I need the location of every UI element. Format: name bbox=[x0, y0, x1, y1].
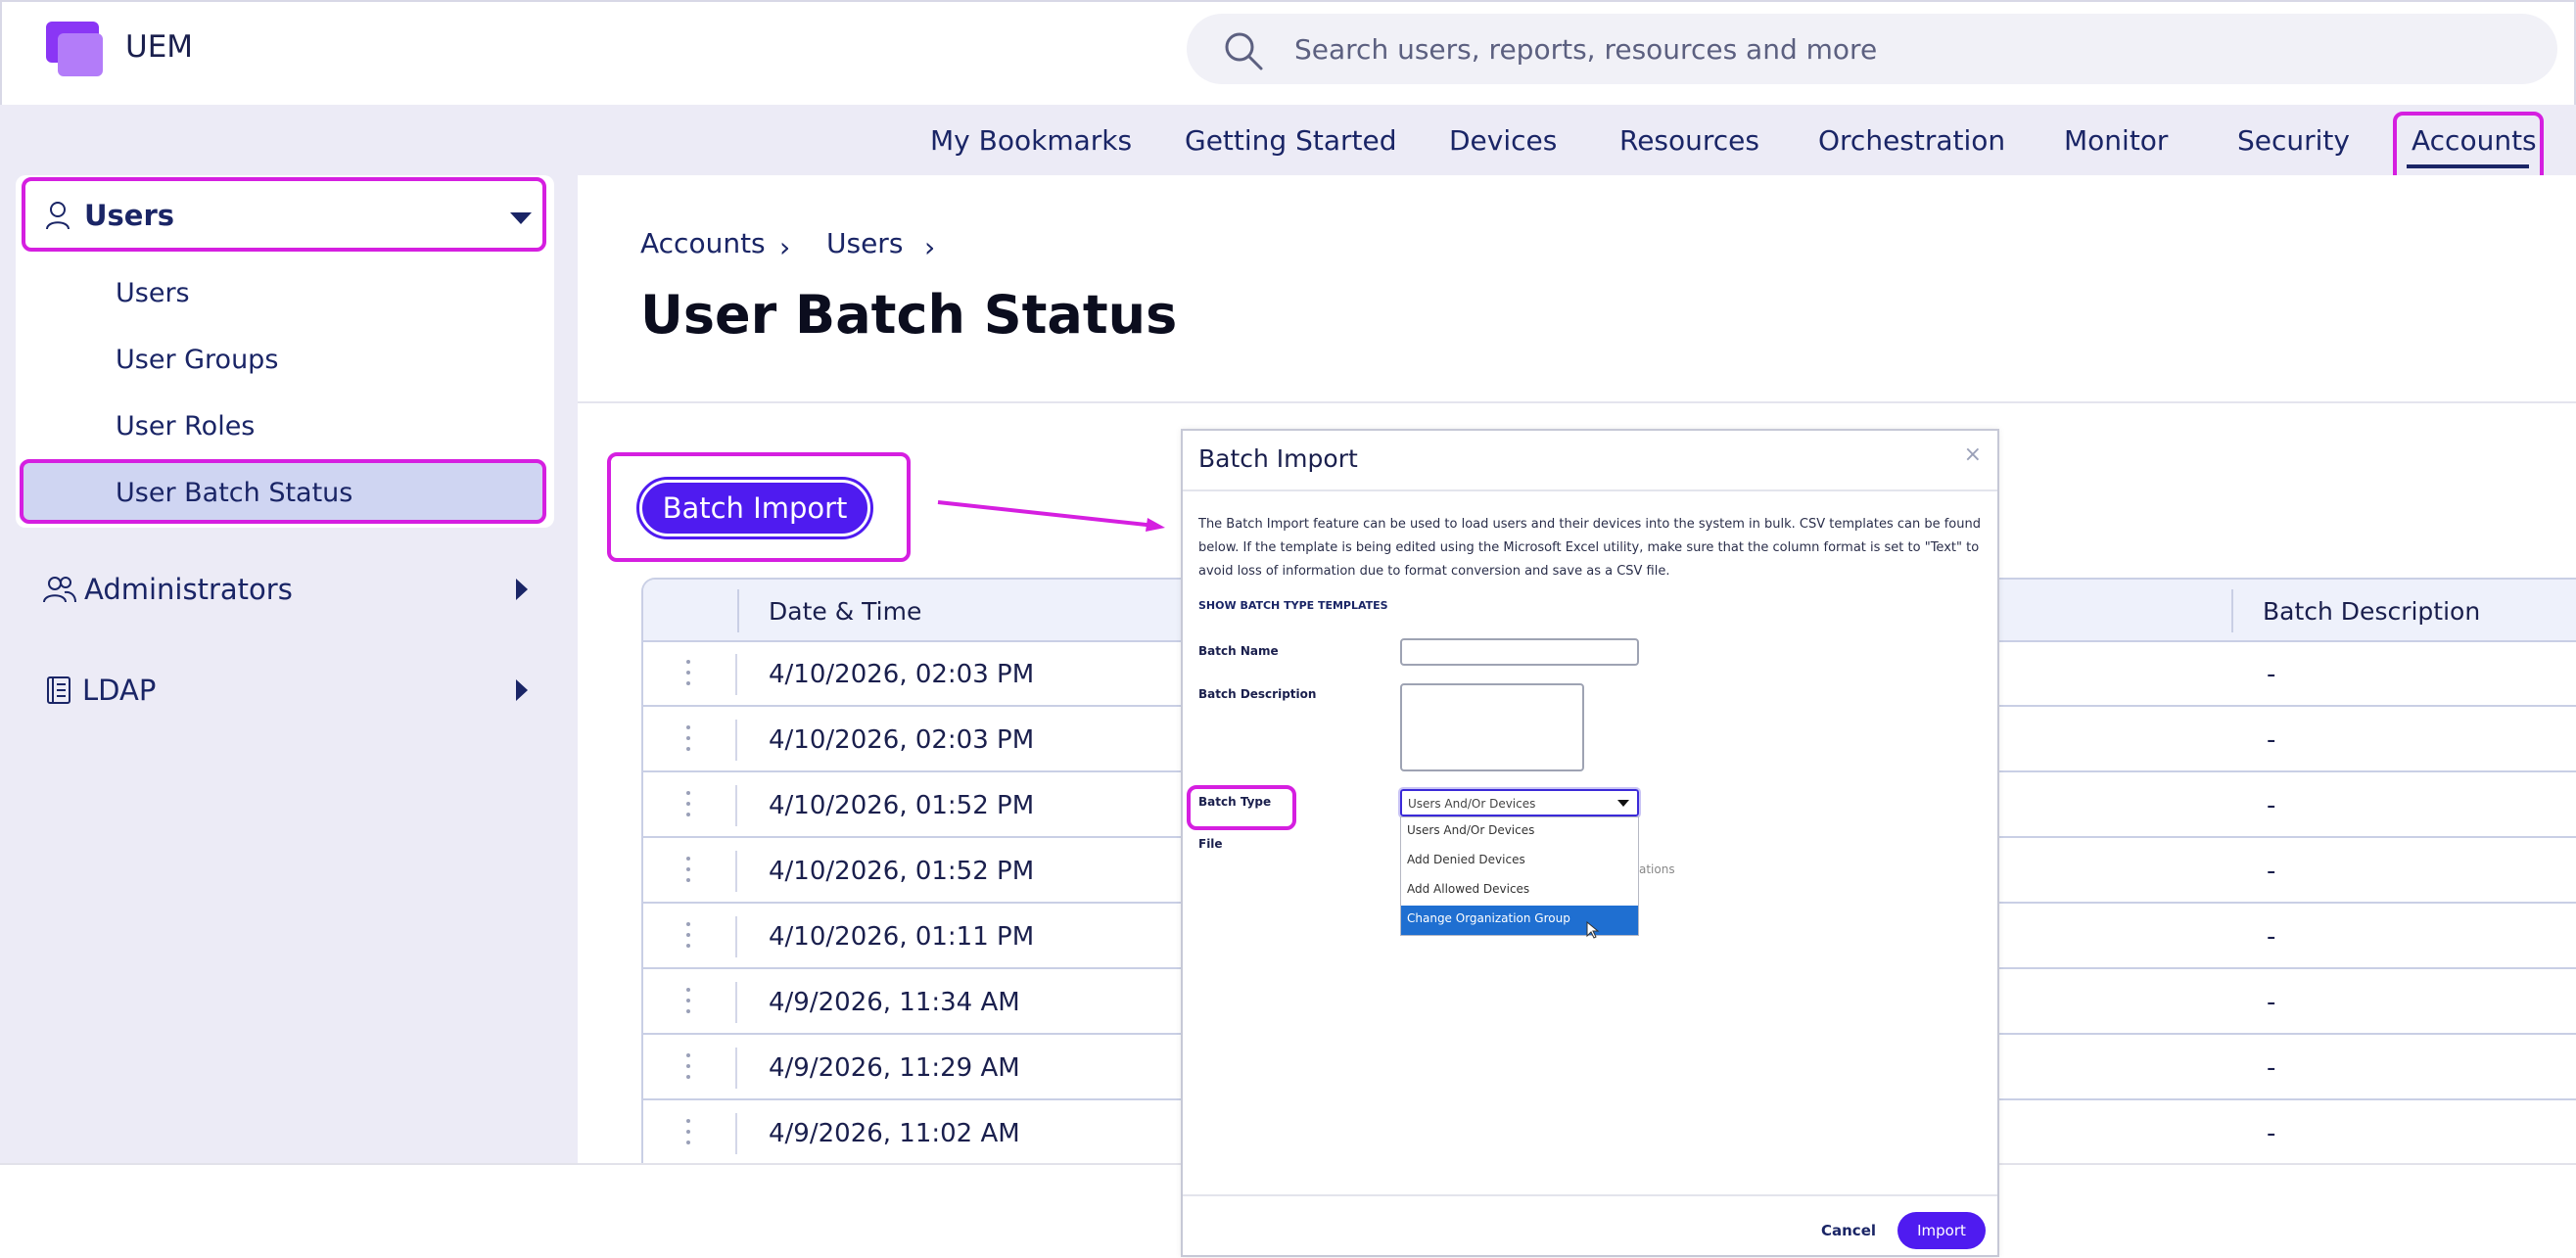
file-hint-text: ations bbox=[1639, 862, 1675, 876]
row-date: 4/10/2026, 02:03 PM bbox=[769, 660, 1035, 689]
row-description: - bbox=[2267, 791, 2276, 820]
ldap-icon bbox=[47, 676, 70, 704]
nav-getting-started[interactable]: Getting Started bbox=[1185, 124, 1396, 157]
row-separator bbox=[735, 1048, 737, 1089]
row-menu-icon[interactable] bbox=[686, 791, 690, 816]
top-bar: UEM Search users, reports, resources and… bbox=[0, 0, 2576, 105]
row-menu-icon[interactable] bbox=[686, 988, 690, 1013]
row-menu-icon[interactable] bbox=[686, 1053, 690, 1079]
row-menu-icon[interactable] bbox=[686, 857, 690, 882]
sidebar-item-users[interactable]: Users bbox=[116, 278, 190, 308]
row-separator bbox=[735, 851, 737, 892]
sidebar-group-ldap-label: LDAP bbox=[82, 674, 157, 707]
sidebar-group-administrators-label: Administrators bbox=[84, 573, 293, 606]
cancel-button[interactable]: Cancel bbox=[1821, 1222, 1876, 1239]
dialog-description: The Batch Import feature can be used to … bbox=[1198, 517, 1981, 579]
row-date: 4/10/2026, 01:52 PM bbox=[769, 857, 1035, 886]
row-separator bbox=[735, 1113, 737, 1154]
main-nav: My Bookmarks Getting Started Devices Res… bbox=[0, 105, 2576, 175]
dialog-title: Batch Import bbox=[1198, 444, 1358, 473]
row-separator bbox=[735, 720, 737, 761]
breadcrumb-users[interactable]: Users bbox=[826, 227, 903, 259]
sidebar-group-ldap[interactable]: LDAP bbox=[45, 674, 156, 707]
row-description: - bbox=[2267, 660, 2276, 689]
row-date: 4/9/2026, 11:29 AM bbox=[769, 1053, 1020, 1083]
brand-name: UEM bbox=[125, 29, 194, 65]
header-divider bbox=[578, 401, 2576, 403]
highlight-user-batch-status bbox=[20, 459, 546, 524]
batch-type-select[interactable]: Users And/Or Devices bbox=[1398, 787, 1641, 818]
highlight-batch-type bbox=[1187, 785, 1296, 830]
row-date: 4/10/2026, 02:03 PM bbox=[769, 725, 1035, 755]
sidebar-item-user-groups[interactable]: User Groups bbox=[116, 345, 278, 375]
batch-import-button[interactable]: Batch Import bbox=[636, 477, 873, 539]
row-description: - bbox=[2267, 1119, 2276, 1148]
row-description: - bbox=[2267, 988, 2276, 1017]
breadcrumb-accounts[interactable]: Accounts bbox=[640, 227, 766, 259]
option-add-allowed-devices[interactable]: Add Allowed Devices bbox=[1401, 876, 1638, 906]
header-separator bbox=[2231, 589, 2233, 632]
nav-monitor[interactable]: Monitor bbox=[2064, 124, 2168, 157]
batch-type-selected-value: Users And/Or Devices bbox=[1408, 797, 1536, 811]
chevron-right-icon[interactable] bbox=[516, 679, 528, 701]
batch-type-dropdown: Users And/Or Devices Add Denied Devices … bbox=[1400, 816, 1639, 936]
nav-my-bookmarks[interactable]: My Bookmarks bbox=[930, 124, 1132, 157]
search-input[interactable]: Search users, reports, resources and mor… bbox=[1294, 33, 1877, 66]
search-icon bbox=[1225, 32, 1263, 70]
row-separator bbox=[735, 982, 737, 1023]
import-button[interactable]: Import bbox=[1897, 1212, 1986, 1249]
batch-description-label: Batch Description bbox=[1198, 687, 1317, 701]
dialog-footer-divider bbox=[1183, 1194, 1997, 1196]
row-separator bbox=[735, 785, 737, 826]
breadcrumb-chevron-icon: › bbox=[779, 231, 791, 263]
breadcrumb-chevron-icon: › bbox=[924, 231, 936, 263]
chevron-down-icon bbox=[1617, 800, 1629, 807]
row-description: - bbox=[2267, 1053, 2276, 1083]
row-menu-icon[interactable] bbox=[686, 1119, 690, 1144]
header-date-time[interactable]: Date & Time bbox=[769, 597, 921, 626]
batch-import-dialog: Batch Import × The Batch Import feature … bbox=[1181, 429, 1999, 1257]
global-search[interactable]: Search users, reports, resources and mor… bbox=[1187, 14, 2557, 84]
highlight-users-group bbox=[22, 177, 546, 252]
uem-logo-icon[interactable] bbox=[46, 22, 109, 76]
page-title: User Batch Status bbox=[640, 284, 1178, 346]
nav-orchestration[interactable]: Orchestration bbox=[1818, 124, 2005, 157]
sidebar: Users Users User Groups User Roles User … bbox=[0, 175, 578, 1165]
sidebar-group-administrators[interactable]: Administrators bbox=[43, 573, 293, 606]
row-menu-icon[interactable] bbox=[686, 660, 690, 685]
nav-resources[interactable]: Resources bbox=[1619, 124, 1759, 157]
row-description: - bbox=[2267, 725, 2276, 755]
row-menu-icon[interactable] bbox=[686, 922, 690, 948]
row-separator bbox=[735, 654, 737, 695]
nav-security[interactable]: Security bbox=[2237, 124, 2350, 157]
row-date: 4/9/2026, 11:34 AM bbox=[769, 988, 1020, 1017]
close-icon[interactable]: × bbox=[1964, 443, 1982, 467]
row-description: - bbox=[2267, 857, 2276, 886]
option-change-organization-group[interactable]: Change Organization Group bbox=[1401, 906, 1638, 935]
option-users-and-or-devices[interactable]: Users And/Or Devices bbox=[1401, 817, 1638, 847]
show-batch-type-templates-link[interactable]: SHOW BATCH TYPE TEMPLATES bbox=[1198, 599, 1388, 612]
file-label: File bbox=[1198, 837, 1223, 851]
annotation-arrow-icon bbox=[937, 500, 1165, 532]
sidebar-item-user-roles[interactable]: User Roles bbox=[116, 411, 255, 442]
nav-devices[interactable]: Devices bbox=[1449, 124, 1557, 157]
chevron-right-icon[interactable] bbox=[516, 579, 528, 600]
batch-description-textarea[interactable] bbox=[1400, 683, 1584, 771]
batch-name-label: Batch Name bbox=[1198, 644, 1279, 658]
batch-name-input[interactable] bbox=[1400, 638, 1639, 666]
row-date: 4/10/2026, 01:52 PM bbox=[769, 791, 1035, 820]
row-date: 4/10/2026, 01:11 PM bbox=[769, 922, 1035, 952]
header-batch-description[interactable]: Batch Description bbox=[2263, 597, 2480, 626]
row-separator bbox=[735, 916, 737, 957]
header-separator bbox=[737, 589, 739, 632]
option-add-denied-devices[interactable]: Add Denied Devices bbox=[1401, 847, 1638, 876]
row-description: - bbox=[2267, 922, 2276, 952]
administrators-icon bbox=[43, 577, 76, 603]
mouse-cursor-icon bbox=[1586, 921, 1600, 939]
dialog-header-divider bbox=[1183, 489, 1997, 491]
row-date: 4/9/2026, 11:02 AM bbox=[769, 1119, 1020, 1148]
row-menu-icon[interactable] bbox=[686, 725, 690, 751]
